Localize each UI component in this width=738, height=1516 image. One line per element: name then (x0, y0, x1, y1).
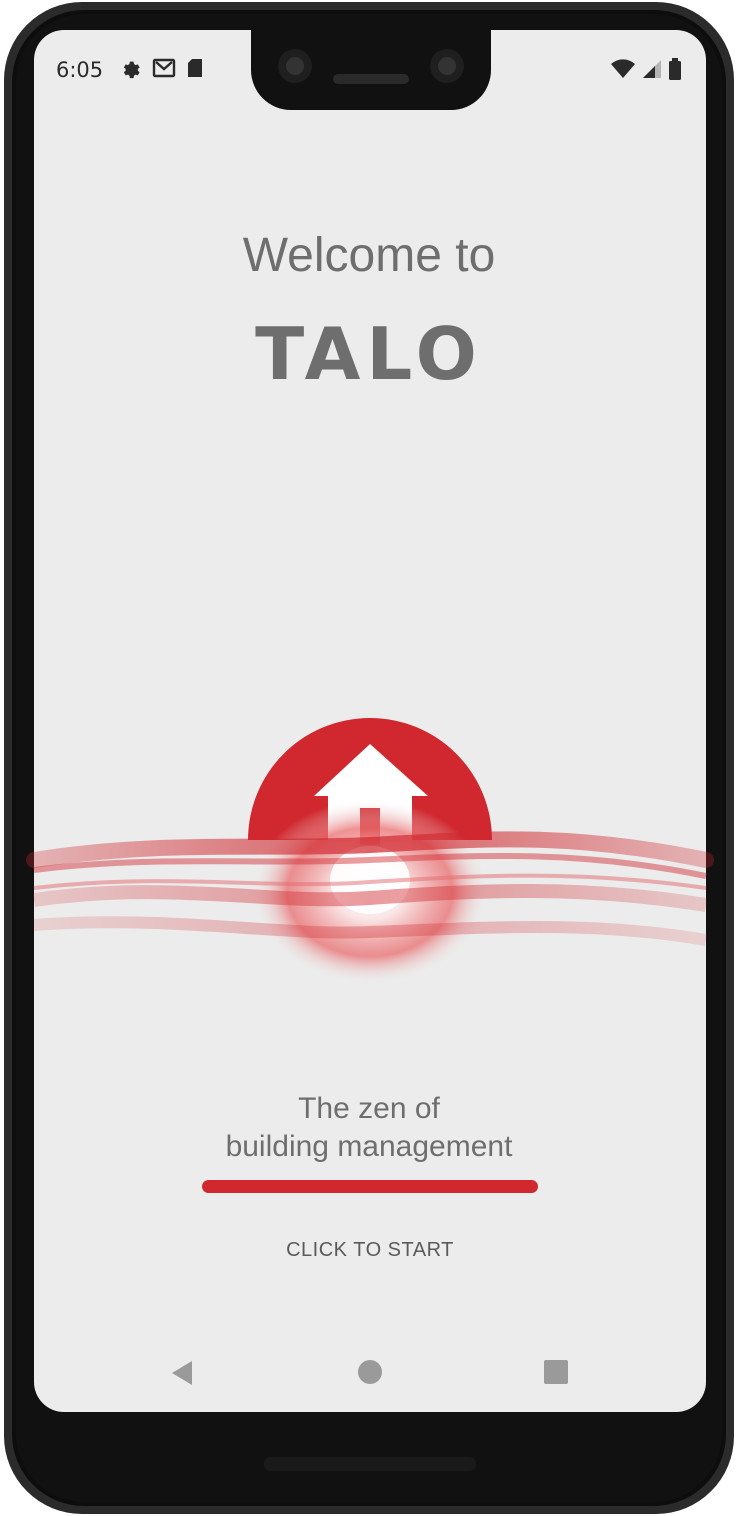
back-icon[interactable] (170, 1360, 194, 1391)
camera-notch (251, 28, 491, 110)
gmail-icon (152, 57, 176, 84)
status-icons-left (120, 58, 204, 82)
home-icon[interactable] (358, 1360, 382, 1384)
phone-frame: 6:05 Welcome to TALO The zen of building… (0, 0, 738, 1516)
welcome-heading: Welcome to (242, 229, 496, 282)
brand-logo-text: TALO (255, 312, 483, 396)
battery-icon (668, 58, 682, 85)
status-time: 6:05 (56, 58, 104, 82)
tagline-line2: building management (225, 1130, 513, 1163)
status-icons-right (610, 58, 682, 85)
tagline: The zen of building management (0, 1090, 738, 1166)
speaker-grille (264, 1457, 476, 1471)
tagline-line1: The zen of (298, 1092, 440, 1125)
wifi-icon (610, 59, 636, 84)
recents-icon[interactable] (544, 1360, 568, 1384)
click-to-start-button[interactable]: CLICK TO START (250, 1230, 490, 1270)
sd-card-icon (186, 57, 204, 84)
talo-logo-illustration (26, 718, 714, 984)
gear-icon (120, 57, 142, 84)
accent-underline (202, 1180, 538, 1193)
signal-icon (642, 59, 662, 84)
